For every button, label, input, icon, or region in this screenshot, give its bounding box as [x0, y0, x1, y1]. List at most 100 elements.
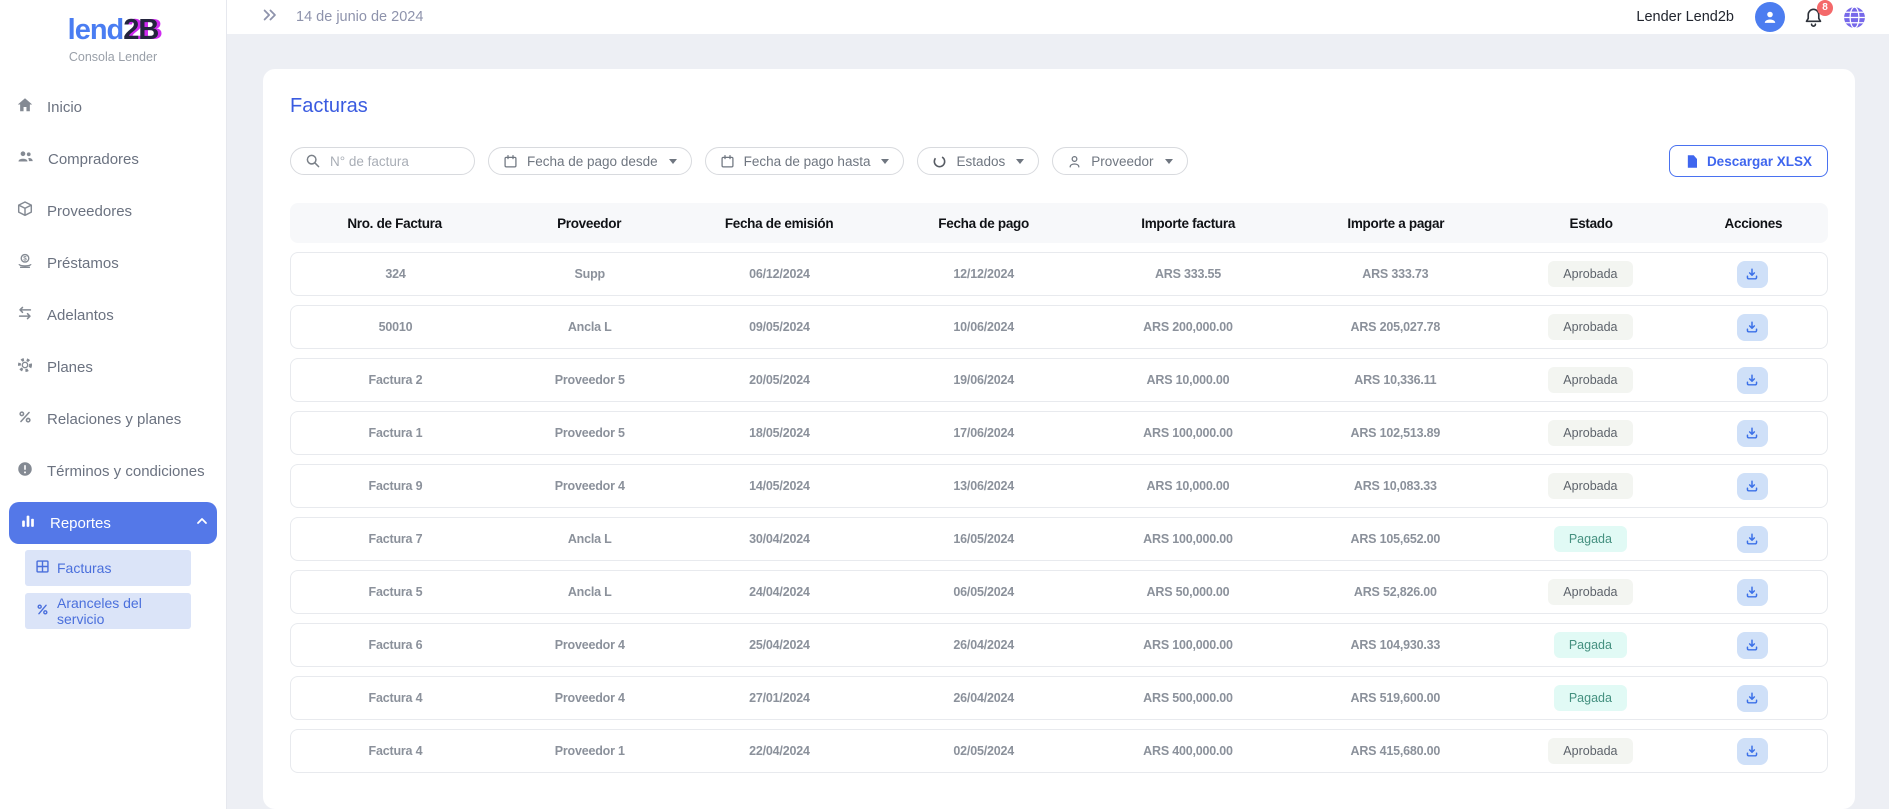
- cell-importe-pagar: ARS 205,027.78: [1288, 320, 1503, 334]
- cell-fecha-emision: 22/04/2024: [680, 744, 880, 758]
- status-badge: Aprobada: [1548, 367, 1632, 393]
- table-row: Factura 5 Ancla L 24/04/2024 06/05/2024 …: [290, 570, 1828, 614]
- download-icon: [1745, 585, 1759, 599]
- sidebar-item-label: Inicio: [47, 99, 82, 116]
- topbar: 14 de junio de 2024 Lender Lend2b 8: [227, 0, 1889, 34]
- logo-subtitle: Consola Lender: [0, 50, 226, 64]
- sidebar-item-relaciones[interactable]: Relaciones y planes: [9, 398, 217, 440]
- cell-fecha-emision: 14/05/2024: [680, 479, 880, 493]
- cell-importe-pagar: ARS 105,652.00: [1288, 532, 1503, 546]
- cell-fecha-emision: 18/05/2024: [680, 426, 880, 440]
- percent-icon: [16, 408, 34, 430]
- sidebar-item-compradores[interactable]: Compradores: [9, 138, 217, 180]
- sidebar-item-label: Préstamos: [47, 255, 119, 272]
- coin-icon: $: [16, 252, 34, 274]
- sidebar-item-prestamos[interactable]: $ Préstamos: [9, 242, 217, 284]
- provider-filter[interactable]: Proveedor: [1052, 147, 1187, 175]
- row-download-button[interactable]: [1737, 420, 1768, 447]
- date-from-filter[interactable]: Fecha de pago desde: [488, 147, 692, 175]
- table-row: Factura 9 Proveedor 4 14/05/2024 13/06/2…: [290, 464, 1828, 508]
- row-download-button[interactable]: [1737, 632, 1768, 659]
- cell-fecha-emision: 27/01/2024: [680, 691, 880, 705]
- row-download-button[interactable]: [1737, 526, 1768, 553]
- cell-nro-factura: Factura 6: [291, 638, 500, 652]
- sidebar-item-adelantos[interactable]: Adelantos: [9, 294, 217, 336]
- language-globe-button[interactable]: [1842, 5, 1867, 30]
- logo-part-lend: lend: [68, 14, 124, 46]
- row-download-button[interactable]: [1737, 473, 1768, 500]
- cell-nro-factura: Factura 9: [291, 479, 500, 493]
- subnav-item-label: Aranceles del servicio: [57, 595, 181, 627]
- cell-fecha-emision: 30/04/2024: [680, 532, 880, 546]
- cell-fecha-pago: 16/05/2024: [879, 532, 1088, 546]
- subnav-item-label: Facturas: [57, 560, 111, 576]
- cell-acciones: [1678, 526, 1827, 553]
- sidebar-item-inicio[interactable]: Inicio: [9, 86, 217, 128]
- status-circle-icon: [932, 154, 947, 169]
- sidebar-item-planes[interactable]: Planes: [9, 346, 217, 388]
- provider-label: Proveedor: [1091, 154, 1153, 169]
- cell-fecha-pago: 26/04/2024: [879, 691, 1088, 705]
- calendar-icon: [720, 154, 735, 169]
- cell-fecha-pago: 10/06/2024: [879, 320, 1088, 334]
- percent-icon: [35, 602, 50, 620]
- status-badge: Pagada: [1554, 526, 1627, 552]
- logo-part-2b: 2B: [123, 14, 158, 46]
- cell-estado: Aprobada: [1503, 261, 1678, 287]
- col-header-importe-pagar: Importe a pagar: [1288, 216, 1503, 231]
- alert-circle-icon: [16, 460, 34, 482]
- cell-nro-factura: Factura 5: [291, 585, 500, 599]
- row-download-button[interactable]: [1737, 738, 1768, 765]
- cell-nro-factura: Factura 4: [291, 744, 500, 758]
- sidebar-item-reportes[interactable]: Reportes: [9, 502, 217, 544]
- download-xlsx-button[interactable]: Descargar XLSX: [1669, 145, 1828, 177]
- date-to-filter[interactable]: Fecha de pago hasta: [705, 147, 905, 175]
- svg-text:$: $: [23, 255, 27, 262]
- grid-icon: [35, 559, 50, 577]
- cell-importe-pagar: ARS 519,600.00: [1288, 691, 1503, 705]
- download-icon: [1745, 267, 1759, 281]
- col-header-proveedor: Proveedor: [499, 216, 679, 231]
- sidebar-item-terminos[interactable]: Términos y condiciones: [9, 450, 217, 492]
- sidebar-item-label: Proveedores: [47, 203, 132, 220]
- row-download-button[interactable]: [1737, 685, 1768, 712]
- notifications-button[interactable]: 8: [1802, 6, 1825, 29]
- cell-fecha-pago: 02/05/2024: [879, 744, 1088, 758]
- cell-nro-factura: Factura 2: [291, 373, 500, 387]
- cell-fecha-emision: 06/12/2024: [680, 267, 880, 281]
- date-to-label: Fecha de pago hasta: [744, 154, 871, 169]
- cell-proveedor: Proveedor 4: [500, 479, 680, 493]
- cell-importe-factura: ARS 100,000.00: [1088, 532, 1288, 546]
- row-download-button[interactable]: [1737, 367, 1768, 394]
- cell-importe-factura: ARS 333.55: [1088, 267, 1288, 281]
- states-filter[interactable]: Estados: [917, 147, 1039, 175]
- bar-chart-icon: [19, 512, 37, 534]
- content-area: Facturas Fecha de pago desde Fecha de pa…: [227, 34, 1889, 809]
- cell-importe-pagar: ARS 415,680.00: [1288, 744, 1503, 758]
- cell-acciones: [1678, 314, 1827, 341]
- row-download-button[interactable]: [1737, 261, 1768, 288]
- chevron-down-icon: [1016, 159, 1024, 164]
- sidebar-item-proveedores[interactable]: Proveedores: [9, 190, 217, 232]
- subnav-item-aranceles[interactable]: Aranceles del servicio: [25, 593, 191, 629]
- cell-proveedor: Supp: [500, 267, 680, 281]
- user-avatar[interactable]: [1755, 2, 1785, 32]
- status-badge: Aprobada: [1548, 314, 1632, 340]
- table-body: 324 Supp 06/12/2024 12/12/2024 ARS 333.5…: [290, 252, 1828, 773]
- cell-nro-factura: 324: [291, 267, 500, 281]
- row-download-button[interactable]: [1737, 314, 1768, 341]
- cell-importe-factura: ARS 10,000.00: [1088, 479, 1288, 493]
- invoice-search-pill[interactable]: [290, 147, 475, 175]
- invoice-search-input[interactable]: [330, 154, 460, 169]
- chevron-up-icon: [195, 514, 209, 532]
- table-row: Factura 4 Proveedor 4 27/01/2024 26/04/2…: [290, 676, 1828, 720]
- subnav-item-facturas[interactable]: Facturas: [25, 550, 191, 586]
- file-icon: [1685, 154, 1699, 169]
- chevron-down-icon: [669, 159, 677, 164]
- cell-acciones: [1678, 367, 1827, 394]
- cell-proveedor: Proveedor 4: [500, 638, 680, 652]
- sidebar-expand-icon[interactable]: [261, 7, 279, 27]
- download-icon: [1745, 532, 1759, 546]
- row-download-button[interactable]: [1737, 579, 1768, 606]
- sidebar-item-label: Términos y condiciones: [47, 463, 205, 480]
